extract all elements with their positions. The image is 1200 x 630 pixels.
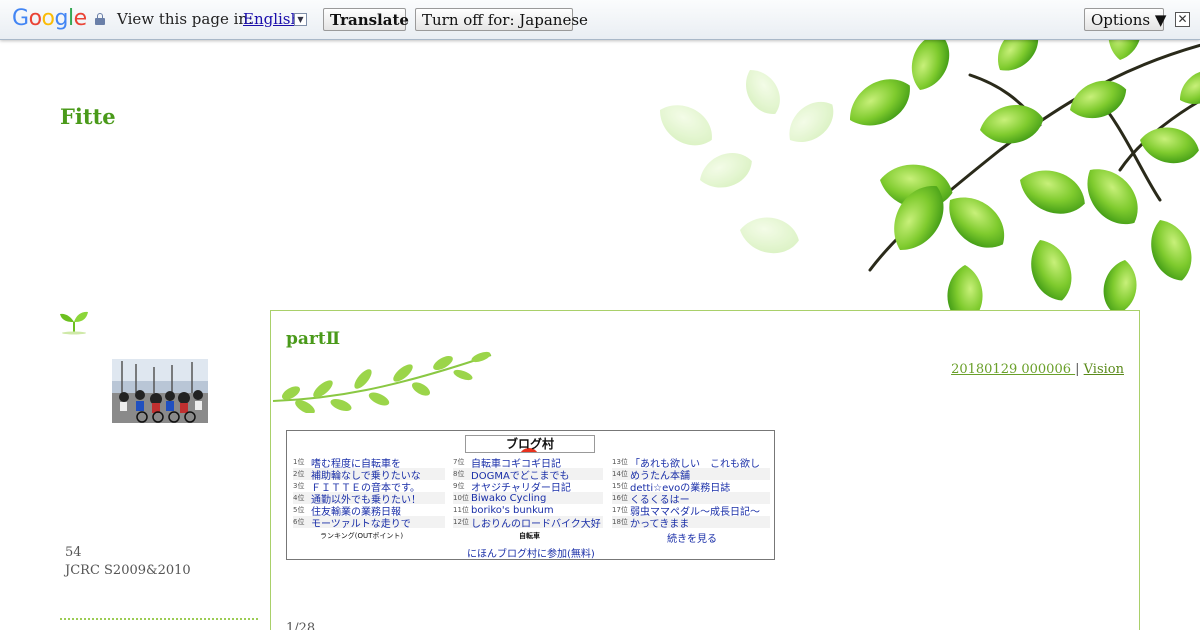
ranking-category-label[interactable]: 自転車 [519, 531, 540, 541]
rank-position: 8位 [453, 470, 465, 478]
rank-blog-name[interactable]: しおりんのロードバイク大好 [471, 515, 601, 530]
rank-position: 16位 [612, 494, 628, 502]
rank-position: 5位 [293, 506, 305, 514]
rank-blog-name[interactable]: かってきまま [630, 515, 689, 530]
rank-position: 18位 [612, 518, 628, 526]
ranking-item[interactable]: 10位 Biwako Cycling [453, 492, 603, 504]
rank-position: 2位 [293, 470, 305, 478]
rank-position: 1位 [293, 458, 305, 466]
rank-blog-name[interactable]: Biwako Cycling [471, 493, 546, 504]
ranking-item[interactable]: 12位 しおりんのロードバイク大好 [453, 515, 603, 530]
profile-text: JCRC S2009&2010 [65, 563, 191, 578]
rank-position: 14位 [612, 470, 628, 478]
post-date: 1/28 [286, 621, 316, 630]
post-meta: 20180129 000006 | Vision [951, 362, 1124, 377]
rank-position: 10位 [453, 494, 469, 502]
ranking-item[interactable]: 18位 かってきまま [612, 515, 770, 530]
turn-off-button[interactable]: Turn off for: Japanese [415, 8, 588, 31]
ranking-item[interactable]: 6位 モーツァルトな走りで [293, 515, 445, 530]
ranking-item[interactable]: 9位 オヤジチャリダー日記 [453, 479, 603, 494]
leaf-branch-decoration [272, 351, 492, 413]
blog-header: Fitte [0, 40, 1200, 310]
options-button[interactable]: Options ▼ [1084, 8, 1166, 31]
rank-position: 11位 [453, 506, 469, 514]
lock-icon [95, 13, 105, 25]
rank-blog-name[interactable]: オヤジチャリダー日記 [471, 479, 571, 494]
close-icon[interactable]: ✕ [1175, 12, 1190, 27]
post-article: partⅡ 20180129 000006 | Vision ブログ村 1位 嗜む… [270, 310, 1140, 630]
blogmura-logo[interactable]: ブログ村 [465, 435, 595, 453]
see-more-link[interactable]: 続きを見る [667, 530, 717, 545]
post-category-link[interactable]: Vision [1084, 362, 1124, 377]
sidebar-divider [60, 618, 258, 620]
blogmura-logo-text: ブログ村 [505, 437, 554, 451]
ranking-column-1: 1位 嗜む程度に自転車を 2位 補助輪なしで乗りたいな 3位 ＦＩＴＴＥの音本です。 … [293, 456, 445, 530]
google-logo: Google [12, 6, 87, 31]
rank-position: 13位 [612, 458, 628, 466]
rank-position: 7位 [453, 458, 465, 466]
language-dropdown-icon[interactable]: ▼ [294, 13, 307, 26]
blog-title[interactable]: Fitte [60, 104, 116, 129]
google-logo-letter: o [28, 6, 42, 31]
google-logo-letter: e [73, 6, 88, 31]
ranking-column-3: 13位 「あれも欲しい これも欲し 14位 めうたん本舗 15位 detti☆evoの… [612, 456, 770, 530]
rank-position: 12位 [453, 518, 469, 526]
green-leaves-image [651, 40, 1200, 310]
profile-number: 54 [65, 545, 82, 560]
ranking-column-2: 7位 自転車コギコギ日記 8位 DOGMAでどこまでも 9位 オヤジチャリダー日記 1… [453, 456, 603, 530]
post-date-link[interactable]: 20180129 000006 [951, 362, 1075, 377]
rank-position: 17位 [612, 506, 628, 514]
sprout-icon [60, 311, 88, 335]
rank-position: 15位 [612, 482, 628, 490]
rank-blog-name[interactable]: モーツァルトな走りで [311, 515, 411, 530]
rank-position: 6位 [293, 518, 305, 526]
rank-position: 9位 [453, 482, 465, 490]
post-title[interactable]: partⅡ [286, 329, 340, 349]
rank-position: 3位 [293, 482, 305, 490]
translate-button[interactable]: Translate [323, 8, 409, 31]
join-blogmura-link[interactable]: にほんブログ村に参加(無料) [467, 545, 595, 560]
rank-position: 4位 [293, 494, 305, 502]
google-logo-letter: G [12, 6, 29, 31]
view-page-in-label: View this page in: [117, 10, 254, 28]
google-logo-letter: o [41, 6, 55, 31]
translate-bar: Google View this page in: English ▼ Tran… [0, 0, 1200, 40]
google-logo-letter: g [54, 6, 69, 31]
profile-photo [112, 359, 208, 423]
language-link[interactable]: English [243, 10, 300, 28]
blog-ranking-widget: ブログ村 1位 嗜む程度に自転車を 2位 補助輪なしで乗りたいな 3位 ＦＩＴＴＥの音… [286, 430, 775, 560]
ranking-out-points-label[interactable]: ランキング(OUTポイント) [320, 531, 403, 541]
meta-separator: | [1075, 362, 1084, 377]
